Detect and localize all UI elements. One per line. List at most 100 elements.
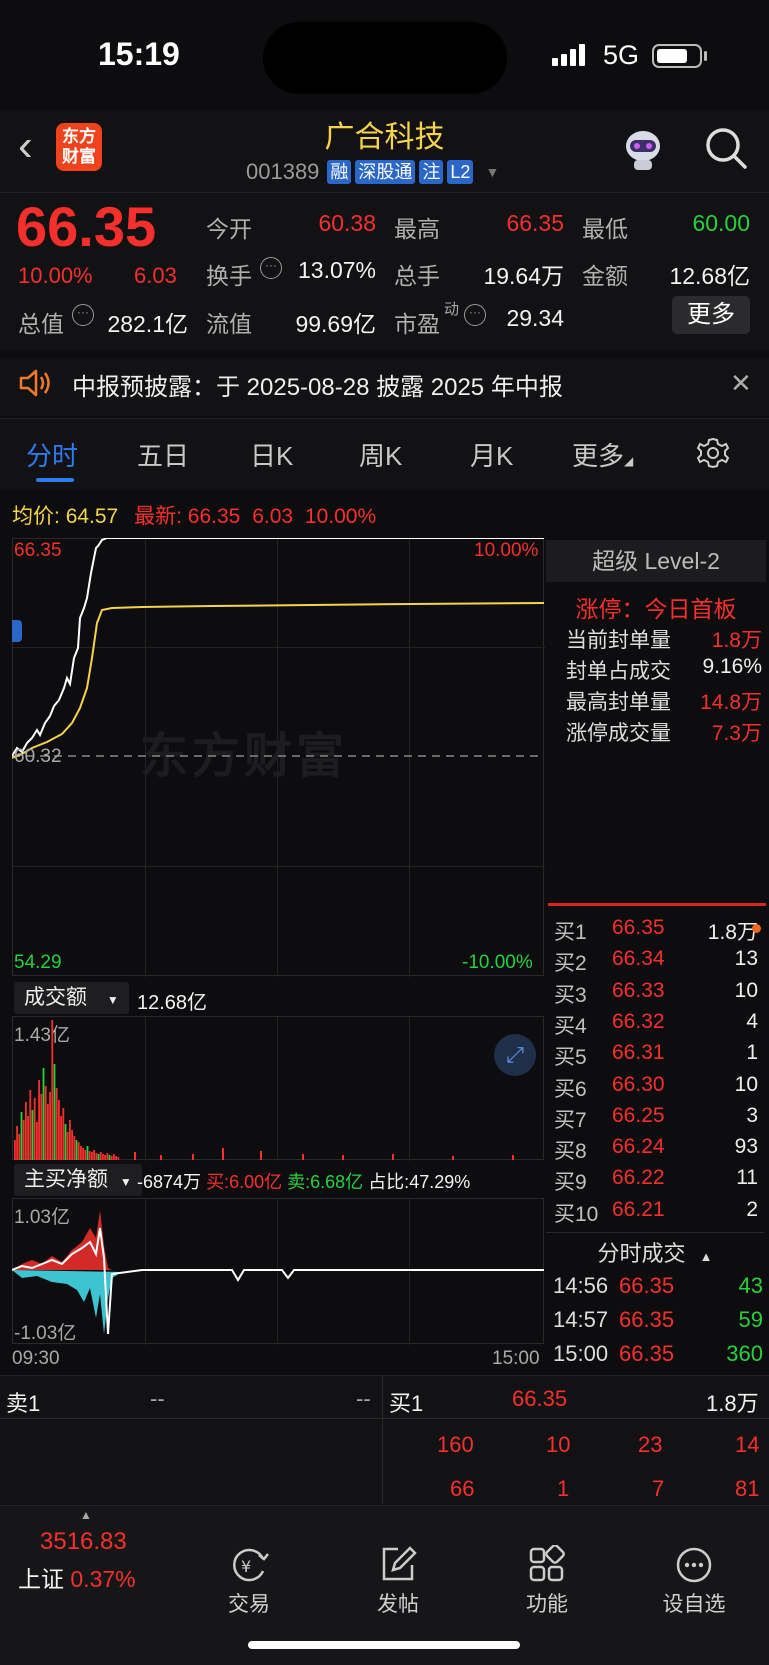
- volume-bar: [47, 1104, 49, 1160]
- level2-row: 最高封单量 14.8万: [566, 686, 762, 716]
- volume-bar: [33, 1098, 36, 1160]
- queue-cell: 23: [638, 1432, 663, 1457]
- trade-icon: ¥: [233, 1548, 269, 1582]
- book-price: 66.35: [612, 916, 665, 939]
- volume-bar: [58, 1100, 60, 1160]
- book-price: 66.22: [612, 1166, 665, 1190]
- volume-bar: [192, 1154, 194, 1160]
- sell1-price: --: [150, 1386, 165, 1411]
- volume-bar: [77, 1142, 80, 1160]
- volume-bar: [40, 1094, 43, 1160]
- volume-bar: [134, 1152, 136, 1160]
- high-value: 66.35: [506, 210, 564, 236]
- index-widget[interactable]: 3516.83 上证 0.37%: [18, 1528, 158, 1594]
- ticks-title[interactable]: 分时成交 ▲: [546, 1236, 764, 1268]
- divider: [0, 1418, 769, 1419]
- volume-bar: [512, 1155, 514, 1160]
- stock-code: 001389: [246, 159, 320, 184]
- level2-row: 涨停成交量 7.3万: [566, 717, 762, 747]
- volume-bar: [27, 1116, 29, 1160]
- dynamic-island: [263, 22, 507, 94]
- tabbar-watchlist[interactable]: 设自选: [644, 1542, 744, 1618]
- price-lines: [12, 538, 544, 759]
- volume-bar: [222, 1148, 224, 1160]
- book-price: 66.21: [612, 1197, 665, 1221]
- tab-weekly-k[interactable]: 周K: [359, 436, 402, 473]
- book-price: 66.25: [612, 1103, 665, 1127]
- volume-bar: [342, 1155, 344, 1160]
- level2-title[interactable]: 超级 Level-2: [546, 540, 766, 582]
- tabbar-label: 交易: [228, 1593, 270, 1616]
- book-volume: 93: [734, 1135, 758, 1159]
- volume-bar: [73, 1136, 76, 1160]
- tabbar-trade[interactable]: ¥ 交易: [199, 1542, 299, 1618]
- netflow-min: -1.03亿: [14, 1323, 77, 1344]
- divider: [546, 1232, 764, 1233]
- volume-bar: [84, 1150, 87, 1160]
- tab-monthly-k[interactable]: 月K: [470, 436, 513, 473]
- change-amount: 6.03: [134, 263, 177, 288]
- search-icon[interactable]: [704, 126, 748, 170]
- tab-intraday[interactable]: 分时: [26, 436, 78, 473]
- book-label: 买2: [554, 952, 587, 976]
- caret-up-icon: ▲: [80, 1508, 92, 1522]
- level2-row-value: 14.8万: [700, 691, 762, 714]
- volume-bar: [42, 1068, 45, 1160]
- turnover-value: 13.07%: [297, 257, 376, 283]
- level2-row-label: 当前封单量: [566, 629, 671, 652]
- netflow-max: 1.03亿: [14, 1207, 70, 1228]
- more-quote-button[interactable]: 更多: [672, 296, 750, 334]
- tag-shenzhen-connect: 深股通: [355, 160, 416, 184]
- tabbar-function[interactable]: 功能: [497, 1542, 597, 1618]
- book-label: 买4: [554, 1014, 587, 1038]
- tick-vol: 59: [738, 1307, 763, 1332]
- index-name: 上证: [18, 1566, 64, 1592]
- book-volume: 2: [746, 1197, 758, 1221]
- last-change: 6.03: [252, 505, 294, 528]
- volume-selector[interactable]: 成交额 ▼: [14, 982, 129, 1014]
- low-label: 最低: [582, 216, 628, 242]
- level2-row-label: 封单占成交: [566, 660, 671, 683]
- level2-row-value: 1.8万: [711, 629, 762, 652]
- tab-daily-k[interactable]: 日K: [250, 436, 293, 473]
- volume-bar: [115, 1156, 117, 1160]
- volume-bar: [91, 1152, 93, 1160]
- volume-bar: [97, 1154, 100, 1160]
- marker-badge[interactable]: [12, 620, 22, 642]
- mktcap-value: 282.1亿: [107, 311, 188, 337]
- gear-icon[interactable]: [696, 436, 730, 470]
- book-price: 66.24: [612, 1135, 665, 1159]
- volume-bar: [302, 1154, 304, 1160]
- volume-bar: [44, 1086, 47, 1160]
- volume-bar: [99, 1152, 102, 1160]
- expand-icon[interactable]: ⤢: [494, 1034, 536, 1076]
- volume-bar: [106, 1153, 109, 1160]
- book-label: 买3: [554, 983, 587, 1007]
- tab-more[interactable]: 更多◢: [572, 436, 633, 473]
- netflow-lines: [12, 1210, 544, 1335]
- tab-more-label: 更多: [572, 441, 625, 471]
- amount-value: 12.68亿: [669, 263, 750, 289]
- info-icon[interactable]: ···: [464, 304, 486, 326]
- book-label: 买6: [554, 1077, 587, 1101]
- volume-bar: [29, 1090, 32, 1160]
- grid-icon: [529, 1545, 565, 1582]
- netflow-selector[interactable]: 主买净额 ▼: [14, 1164, 142, 1196]
- book-price: 66.33: [612, 978, 665, 1002]
- stock-code-row[interactable]: 001389 融 深股通 注 L2 ▼: [246, 158, 499, 186]
- volume-bar: [113, 1154, 115, 1160]
- volume-bar: [452, 1156, 454, 1160]
- volume-bar: [102, 1154, 104, 1160]
- book-volume: 1: [746, 1041, 758, 1065]
- volume-bar: [14, 1140, 16, 1160]
- low-value: 60.00: [692, 210, 750, 236]
- last-pct: 10.00%: [304, 505, 377, 528]
- volume-value: 19.64万: [483, 263, 564, 289]
- close-icon[interactable]: ✕: [730, 368, 752, 399]
- tag-level2: L2: [447, 160, 474, 184]
- amount-label: 金额: [582, 263, 628, 289]
- robot-assistant-icon[interactable]: [620, 126, 666, 172]
- tabbar-post[interactable]: 发帖: [348, 1542, 448, 1618]
- tab-five-day[interactable]: 五日: [137, 436, 189, 473]
- chevron-down-icon: ▼: [106, 993, 119, 1007]
